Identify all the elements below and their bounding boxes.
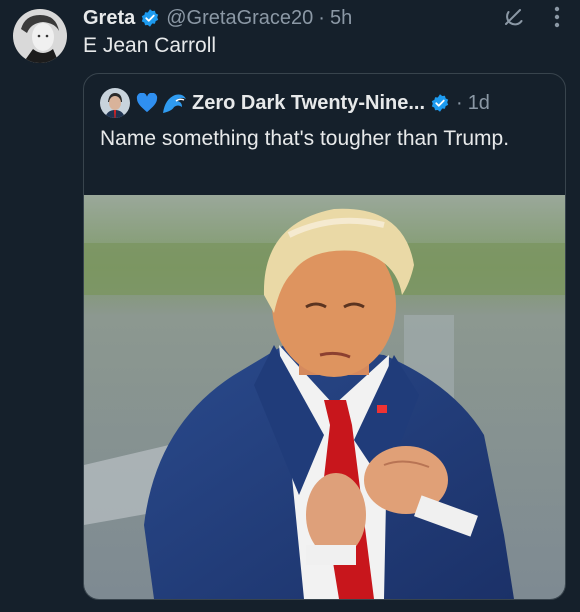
- verified-badge-icon: [140, 8, 160, 28]
- verified-badge-icon: [430, 93, 450, 113]
- separator-dot: ·: [456, 91, 463, 114]
- post-header: Greta @GretaGrace20 · 5h: [83, 4, 566, 32]
- blue-heart-icon: [136, 93, 158, 113]
- quoted-post[interactable]: Zero Dark Twenty-Nine... · 1d Name somet…: [83, 73, 566, 600]
- separator-dot: ·: [318, 6, 325, 29]
- quoted-post-text: Name something that's tougher than Trump…: [100, 127, 510, 150]
- author-name[interactable]: Greta: [83, 7, 135, 30]
- wave-icon: [162, 91, 188, 115]
- quoted-post-image[interactable]: [84, 195, 565, 599]
- more-vertical-icon[interactable]: [554, 6, 560, 32]
- post-text: E Jean Carroll: [83, 34, 217, 57]
- quoted-author-name[interactable]: Zero Dark Twenty-Nine...: [192, 92, 425, 115]
- post-time[interactable]: 5h: [330, 7, 352, 30]
- author-avatar[interactable]: [13, 9, 67, 63]
- quoted-author-avatar[interactable]: [100, 88, 130, 118]
- grok-icon[interactable]: [502, 5, 526, 29]
- quoted-post-header: Zero Dark Twenty-Nine... · 1d: [100, 88, 549, 118]
- quoted-post-time[interactable]: 1d: [468, 92, 490, 115]
- author-handle[interactable]: @GretaGrace20: [166, 7, 313, 30]
